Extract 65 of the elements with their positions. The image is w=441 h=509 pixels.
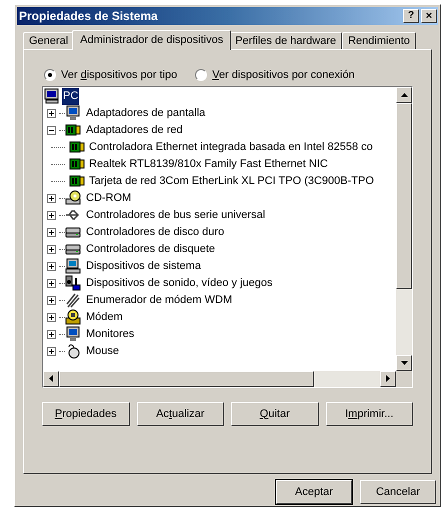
expand-toggle[interactable] — [47, 108, 56, 118]
network-card-icon — [69, 173, 85, 190]
computer-icon — [44, 88, 60, 104]
tree-item[interactable]: Dispositivos de sistema — [85, 258, 202, 275]
tree-item[interactable]: Controladores de disquete — [85, 241, 216, 258]
window-title: Propiedades de Sistema — [19, 8, 158, 25]
network-card-icon — [65, 122, 81, 138]
vertical-scrollbar[interactable] — [396, 86, 412, 371]
down-arrow-icon — [400, 360, 408, 365]
expand-toggle[interactable] — [47, 330, 56, 339]
tree-item[interactable]: Controladora Ethernet integrada basada en Intel 82558 co — [89, 139, 373, 156]
expand-toggle[interactable] — [47, 126, 56, 135]
device-action-button[interactable]: Imprimir... — [326, 402, 413, 426]
device-action-button[interactable]: Quitar — [231, 402, 318, 426]
scroll-thumb[interactable] — [59, 370, 314, 387]
device-action-button[interactable]: Actualizar — [136, 402, 224, 426]
close-button[interactable]: × — [421, 9, 437, 23]
tree-item[interactable]: Enumerador de módem WDM — [85, 292, 234, 309]
expand-toggle[interactable] — [47, 210, 56, 220]
expand-toggle[interactable] — [47, 262, 56, 271]
modem-icon — [65, 309, 81, 326]
expand-toggle[interactable] — [47, 312, 56, 322]
right-arrow-icon — [386, 375, 390, 382]
tab[interactable]: Administrador de dispositivos — [72, 30, 232, 50]
tree-item[interactable]: Dispositivos de sonido, vídeo y juegos — [85, 275, 274, 292]
scroll-right-button[interactable] — [380, 370, 396, 387]
tab[interactable]: General — [23, 32, 74, 49]
expand-toggle[interactable] — [47, 296, 56, 305]
tree-item[interactable]: Tarjeta de red 3Com EtherLink XL PCI TPO (3C900B-TPO — [89, 173, 374, 190]
expand-toggle[interactable] — [47, 278, 56, 288]
expand-toggle[interactable] — [47, 228, 56, 237]
scroll-left-button[interactable] — [43, 370, 59, 387]
tree-item[interactable]: Adaptadores de red — [85, 122, 184, 139]
help-button[interactable]: ? — [403, 9, 419, 23]
tree-item[interactable]: Controladores de bus serie universal — [85, 207, 266, 224]
computer-icon — [65, 258, 81, 274]
tree-item[interactable]: Controladores de disco duro — [85, 224, 226, 241]
tree-item[interactable]: Mouse — [85, 343, 120, 360]
modem-enumerator-icon — [65, 292, 81, 308]
expand-toggle[interactable] — [47, 244, 56, 254]
scroll-down-button[interactable] — [396, 354, 412, 371]
cd-drive-icon — [65, 190, 81, 206]
expand-toggle[interactable] — [47, 346, 56, 356]
horizontal-scrollbar[interactable] — [43, 370, 396, 387]
tree-item[interactable]: PC — [62, 88, 80, 105]
up-arrow-icon — [400, 92, 408, 97]
tab[interactable]: Perfiles de hardware — [229, 32, 342, 49]
network-card-icon — [69, 139, 85, 156]
view-radio[interactable]: Ver dispositivos por tipo — [44, 64, 178, 86]
expand-toggle[interactable] — [47, 194, 56, 203]
left-arrow-icon — [49, 375, 53, 382]
tab[interactable]: Rendimiento — [342, 32, 416, 49]
device-action-button[interactable]: Propiedades — [42, 402, 130, 426]
network-card-icon — [69, 156, 85, 172]
tree-item[interactable]: Realtek RTL8139/810x Family Fast Ethernet NIC — [89, 156, 328, 173]
tree-item[interactable]: CD-ROM — [85, 190, 132, 207]
tree-item[interactable]: Adaptadores de pantalla — [85, 105, 206, 122]
scrollbar-corner — [396, 370, 412, 387]
view-radio[interactable]: Ver dispositivos por conexión — [195, 64, 355, 86]
scroll-up-button[interactable] — [396, 86, 412, 103]
scroll-thumb[interactable] — [396, 102, 412, 289]
dialog-button[interactable]: Aceptar — [276, 480, 352, 504]
tree-item[interactable]: Módem — [85, 309, 124, 326]
dialog-button[interactable]: Cancelar — [360, 480, 436, 504]
tree-item[interactable]: Monitores — [85, 326, 136, 343]
